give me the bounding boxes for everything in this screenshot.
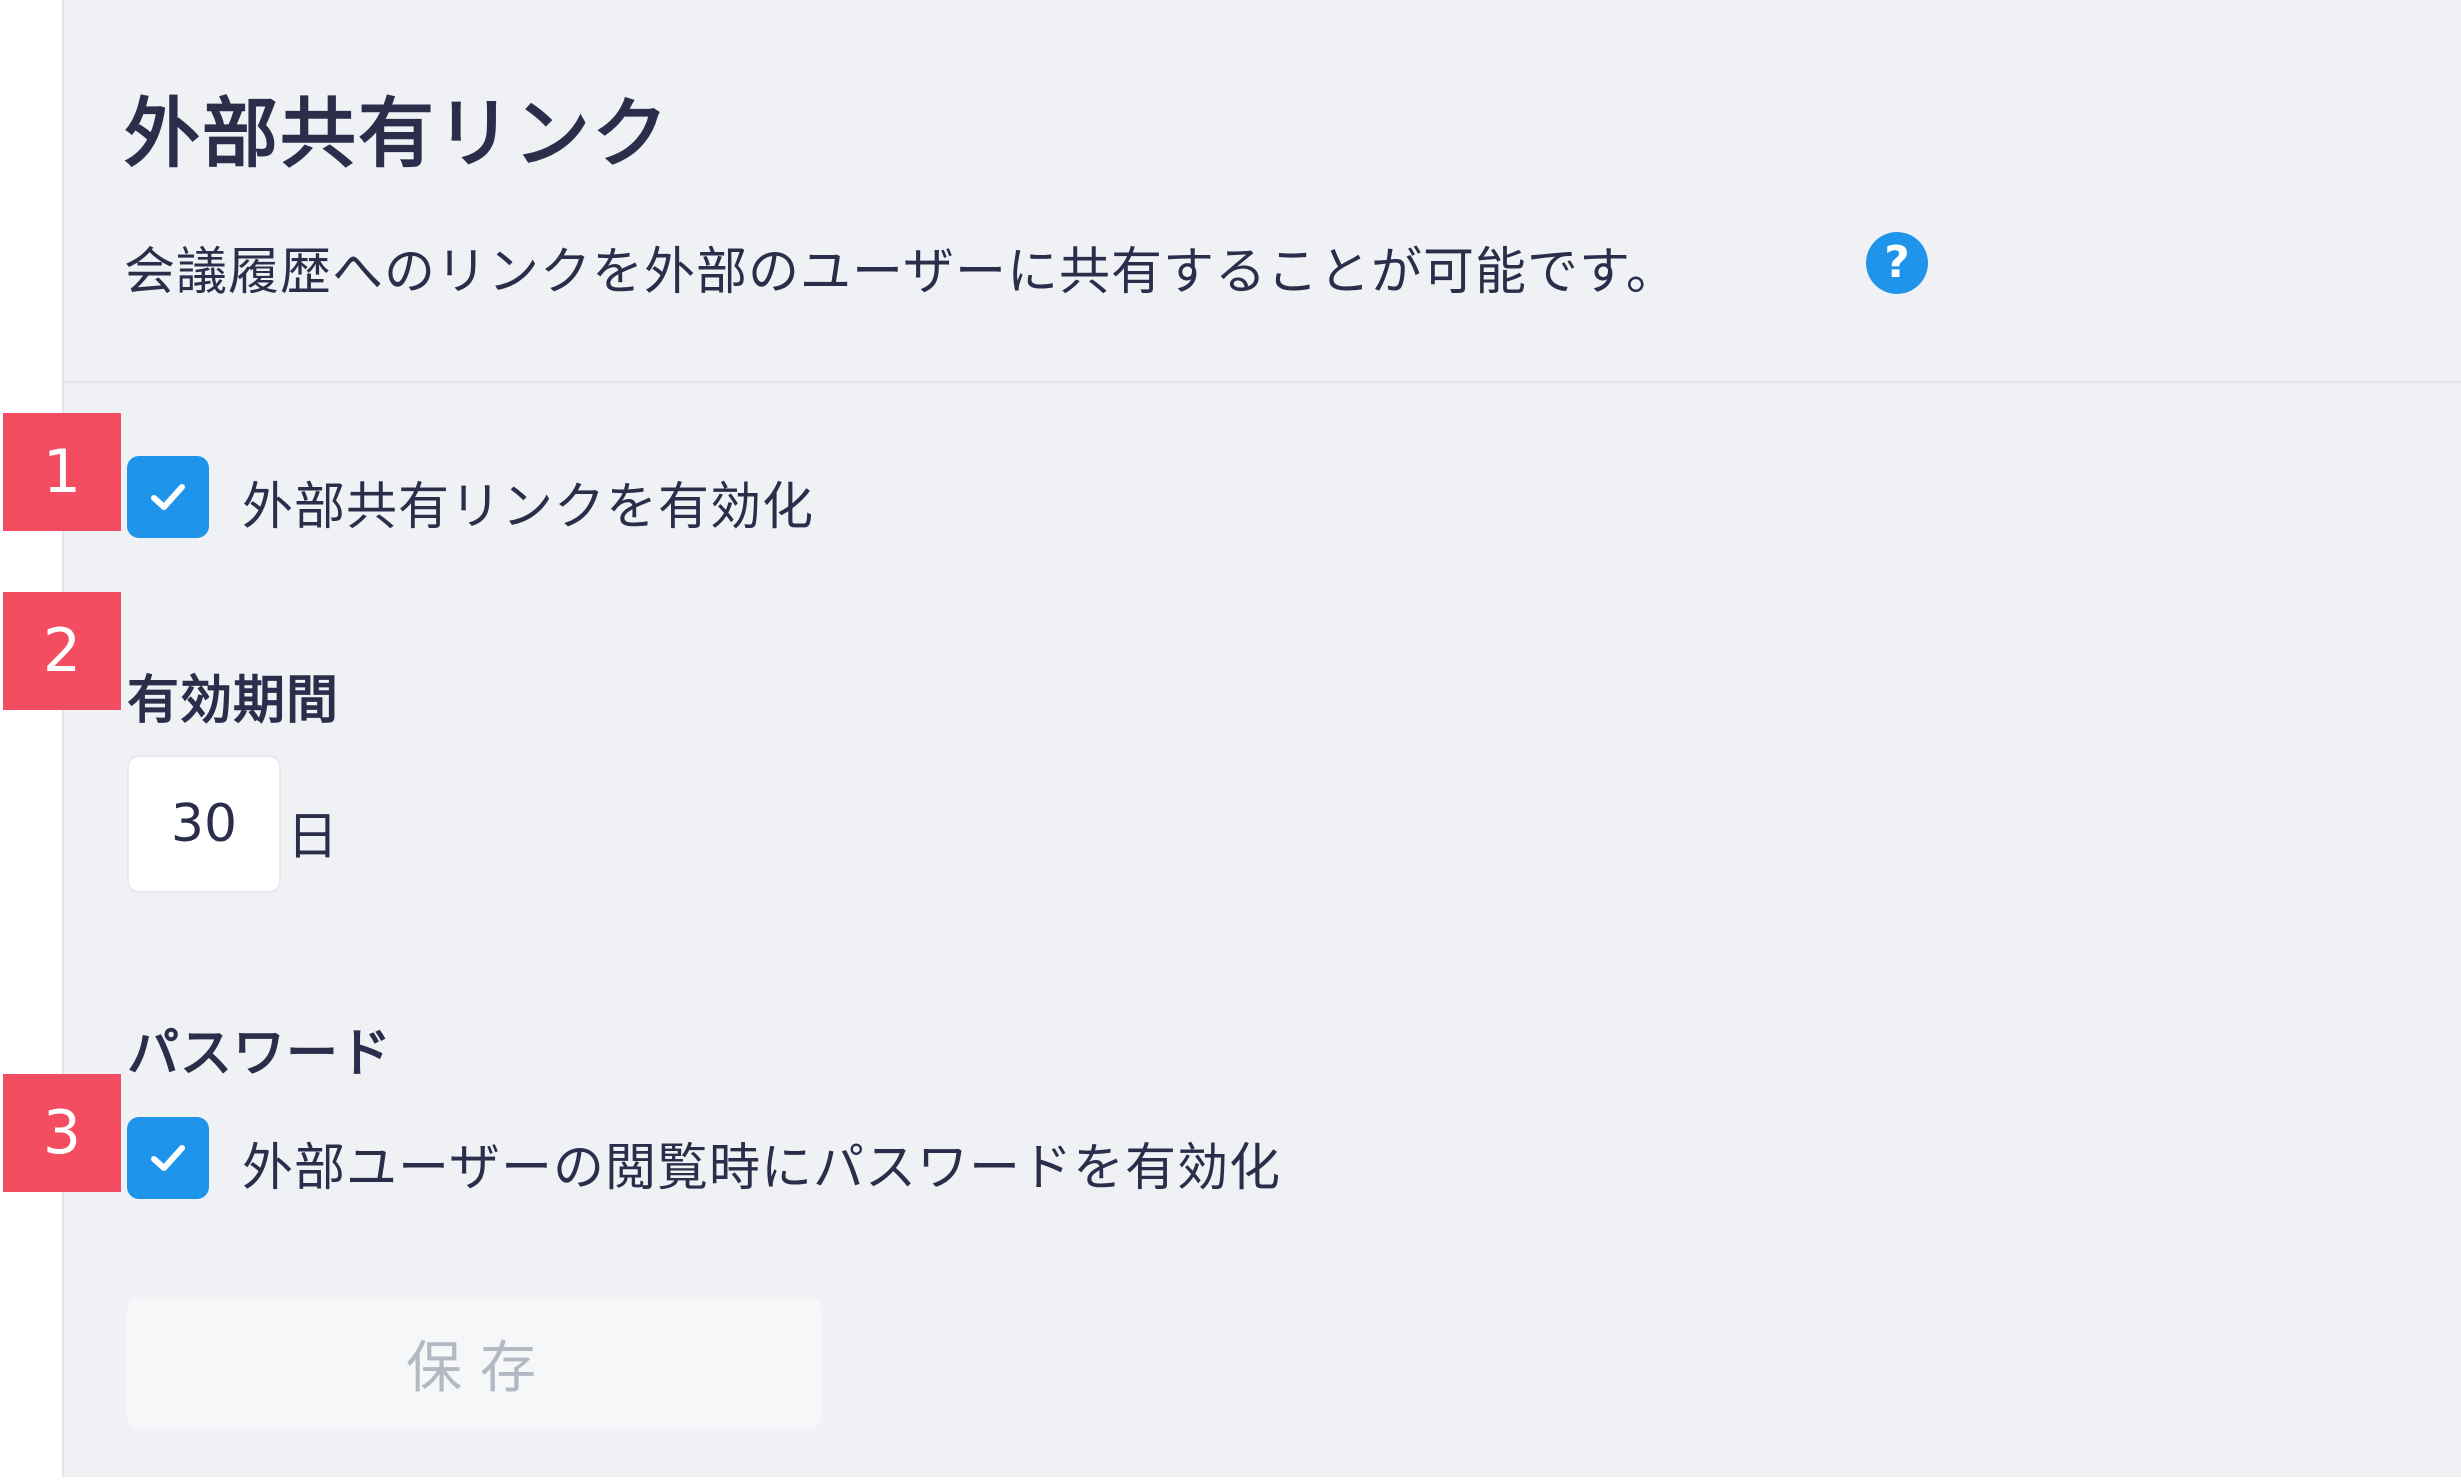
annotation-marker-2: 2 [3, 592, 121, 710]
expiry-days-input[interactable] [127, 755, 281, 893]
annotation-marker-1: 1 [3, 413, 121, 531]
save-button[interactable]: 保存 [127, 1297, 821, 1429]
page-title: 外部共有リンク [124, 89, 670, 178]
question-circle-icon[interactable]: ? [1864, 230, 1930, 296]
expiry-days-unit: 日 [287, 808, 339, 867]
check-icon [151, 484, 185, 510]
enable-link-label: 外部共有リンクを有効化 [242, 478, 815, 537]
password-label: 外部ユーザーの閲覧時にパスワードを有効化 [242, 1139, 1281, 1198]
annotation-marker-3: 3 [3, 1074, 121, 1192]
check-icon [151, 1145, 185, 1171]
settings-panel [62, 0, 2461, 1477]
header-divider [62, 381, 2461, 383]
enable-link-checkbox[interactable] [127, 456, 209, 538]
page-description: 会議履歴へのリンクを外部のユーザーに共有することが可能です。 [124, 243, 1678, 302]
password-checkbox[interactable] [127, 1117, 209, 1199]
password-heading: パスワード [127, 1024, 393, 1084]
expiry-heading: 有効期間 [127, 671, 340, 731]
svg-text:?: ? [1884, 237, 1910, 288]
